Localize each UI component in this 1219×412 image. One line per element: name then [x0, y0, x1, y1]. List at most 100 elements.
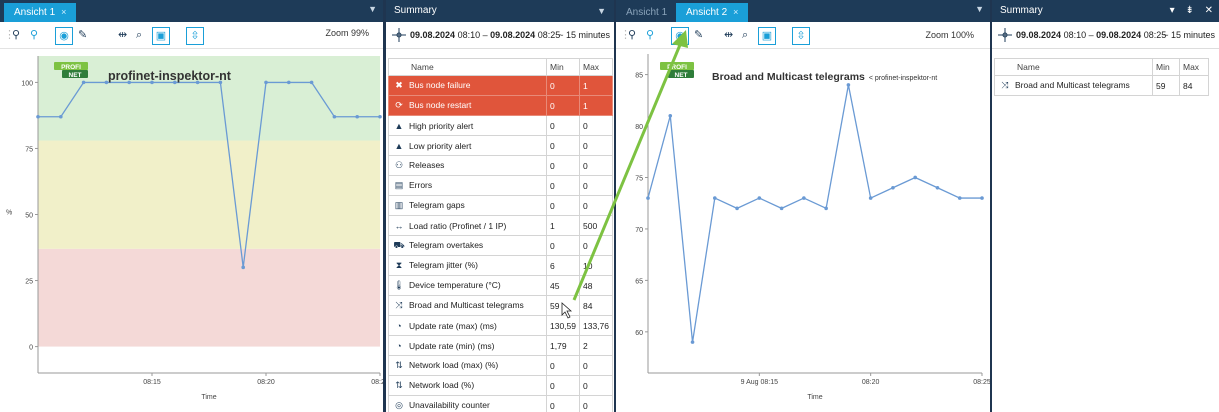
dropdown-arrow-icon[interactable]: ▾ [1170, 5, 1175, 16]
data-point[interactable] [891, 185, 895, 190]
column-header-max[interactable]: Max [1179, 58, 1209, 76]
table-row[interactable]: ⤨ Broad and Multicast telegrams 59 84 [388, 295, 613, 316]
fit-height-icon[interactable]: ⇳ [186, 27, 204, 45]
data-point[interactable] [824, 206, 828, 211]
data-point[interactable] [868, 196, 873, 200]
fit-width-icon[interactable]: ⇹ [118, 27, 127, 43]
pen-icon[interactable]: ✎ [78, 27, 87, 43]
tab-ansicht-1[interactable]: Ansicht 1 × [4, 3, 77, 22]
table-row[interactable]: ✖ Bus node failure 0 1 [388, 75, 613, 96]
zoom-icon[interactable]: ⌕ [742, 27, 748, 43]
data-point[interactable] [309, 80, 314, 85]
pen-icon[interactable]: ✎ [694, 27, 703, 43]
fit-width-icon[interactable]: ⇹ [724, 27, 733, 43]
summary-menu-arrow-icon[interactable]: ▼ [597, 0, 606, 22]
data-point[interactable] [735, 206, 739, 211]
table-row[interactable]: ▲ Low priority alert 0 0 [388, 135, 613, 156]
date-to: 09.08.2024 [1096, 30, 1142, 40]
row-min: 0 [546, 375, 580, 396]
row-max: 84 [1179, 75, 1209, 96]
tab-menu-arrow-icon[interactable]: ▼ [975, 4, 984, 14]
fit-height-icon[interactable]: ⇳ [792, 27, 810, 45]
data-point[interactable] [980, 196, 984, 200]
data-point[interactable] [646, 196, 650, 200]
crosshair-icon[interactable] [998, 28, 1012, 42]
right-summary-panel: Summary ▾ ⇟ ✕ 09.08.2024 08:10 – 09.08.2… [992, 0, 1219, 412]
column-header-name[interactable]: Name [388, 58, 547, 76]
pin-icon[interactable]: ⚲ [12, 27, 20, 43]
table-row[interactable]: ◎ Unavailability counter 0 0 [388, 395, 613, 412]
row-name-cell: ⤨ Broad and Multicast telegrams [388, 295, 547, 316]
zoom-select-icon[interactable]: ▣ [758, 27, 776, 45]
data-point[interactable] [935, 185, 940, 190]
zoom-icon[interactable]: ⌕ [136, 27, 142, 43]
data-point[interactable] [378, 114, 382, 119]
table-row[interactable]: ⤨ Broad and Multicast telegrams 59 84 [994, 75, 1209, 96]
data-point[interactable] [913, 175, 917, 180]
row-min: 45 [546, 275, 580, 296]
data-point[interactable] [802, 196, 806, 200]
column-header-min[interactable]: Min [1152, 58, 1180, 76]
y-axis-label: % [6, 210, 12, 217]
cursor-select-icon[interactable]: ◉ [671, 27, 689, 45]
tab-close-icon[interactable]: × [733, 7, 738, 17]
row-max: 48 [579, 275, 613, 296]
data-point[interactable] [81, 80, 86, 85]
table-row[interactable]: ◔ Update rate (max) (ms) 130,59 133,76 [388, 315, 613, 336]
table-row[interactable]: ⇅ Network load (max) (%) 0 0 [388, 355, 613, 376]
table-row[interactable]: ▤ Errors 0 0 [388, 175, 613, 196]
tab-menu-arrow-icon[interactable]: ▼ [368, 4, 377, 14]
high-priority-alert-icon: ▲ [394, 120, 404, 131]
table-row[interactable]: ↔ Load ratio (Profinet / 1 IP) 1 500 [388, 215, 613, 236]
table-row[interactable]: ▥ Telegram gaps 0 0 [388, 195, 613, 216]
row-name-cell: ↔ Load ratio (Profinet / 1 IP) [388, 215, 547, 236]
table-row[interactable]: ⚇ Releases 0 0 [388, 155, 613, 176]
data-point[interactable] [713, 196, 717, 200]
data-point[interactable] [287, 80, 291, 85]
pin-alt-icon[interactable]: ⚲ [30, 27, 38, 43]
table-row[interactable]: ▲ High priority alert 0 0 [388, 115, 613, 136]
zoom-select-icon[interactable]: ▣ [152, 27, 170, 45]
column-header-max[interactable]: Max [579, 58, 613, 76]
data-point[interactable] [241, 265, 245, 270]
date-range-row[interactable]: 09.08.2024 08:10 – 09.08.2024 08:25 ~ 15… [386, 22, 614, 49]
pin-icon[interactable]: ⚲ [628, 27, 636, 43]
data-point[interactable] [957, 196, 962, 200]
tab-ansicht-2[interactable]: Ansicht 2 × [676, 3, 749, 22]
close-icon[interactable]: ✕ [1205, 5, 1213, 16]
data-point[interactable] [846, 83, 851, 87]
date-range-row[interactable]: 09.08.2024 08:10 – 09.08.2024 08:25 ~ 15… [992, 22, 1219, 49]
table-row[interactable]: ◔ Update rate (min) (ms) 1,79 2 [388, 335, 613, 356]
table-row[interactable]: ⇅ Network load (%) 0 0 [388, 375, 613, 396]
date-from: 09.08.2024 [1016, 30, 1062, 40]
x-tick-label: 08:25 [973, 379, 990, 386]
tab-ansicht-1[interactable]: Ansicht 1 [616, 3, 677, 22]
table-row[interactable]: ⛟ Telegram overtakes 0 0 [388, 235, 613, 256]
data-point[interactable] [36, 114, 40, 119]
bus-node-restart-icon: ⟳ [395, 100, 403, 110]
row-name: Telegram jitter (%) [409, 260, 478, 270]
table-row[interactable]: ⟳ Bus node restart 0 1 [388, 95, 613, 116]
table-row[interactable]: ⧗ Telegram jitter (%) 6 10 [388, 255, 613, 276]
cursor-select-icon[interactable]: ◉ [55, 27, 73, 45]
data-point[interactable] [355, 114, 360, 119]
column-header-min[interactable]: Min [546, 58, 580, 76]
data-point[interactable] [59, 114, 63, 119]
data-point[interactable] [668, 113, 673, 118]
data-point[interactable] [264, 80, 268, 85]
row-min: 1 [546, 215, 580, 236]
data-point[interactable] [690, 340, 695, 344]
data-point[interactable] [757, 196, 762, 200]
tab-close-icon[interactable]: × [61, 7, 66, 17]
table-row[interactable]: 🌡 Device temperature (°C) 45 48 [388, 275, 613, 296]
pin-window-icon[interactable]: ⇟ [1185, 5, 1193, 16]
data-point[interactable] [779, 206, 784, 211]
row-name: Bus node restart [409, 100, 472, 110]
data-point[interactable] [332, 114, 337, 119]
column-header-name[interactable]: Name [994, 58, 1153, 76]
svg-text:NET: NET [675, 72, 688, 79]
profinet-logo: PROFINET [660, 62, 694, 79]
network-load-icon: ⇅ [395, 380, 403, 390]
pin-alt-icon[interactable]: ⚲ [646, 27, 654, 43]
crosshair-icon[interactable] [392, 28, 406, 42]
